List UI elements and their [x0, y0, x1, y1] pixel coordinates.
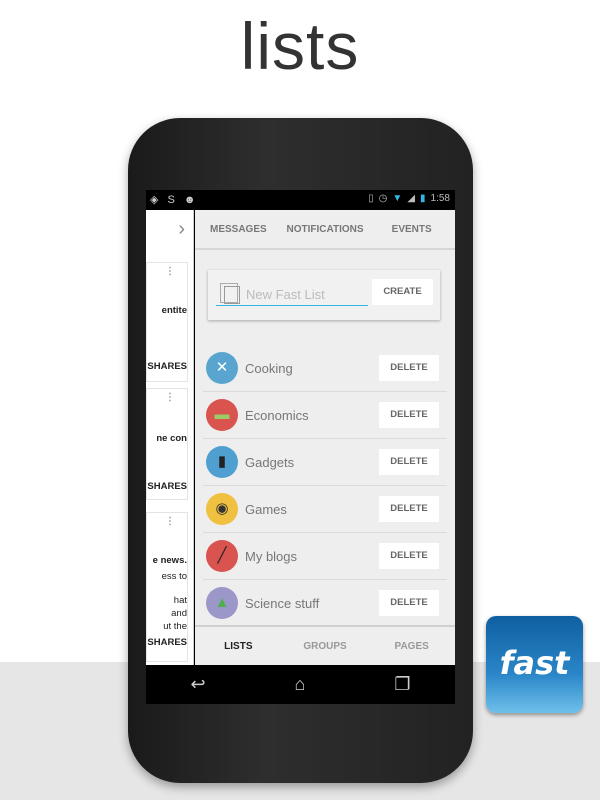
new-list-card: New Fast List CREATE [208, 270, 440, 320]
home-icon[interactable]: ⌂ [295, 674, 306, 695]
recents-icon[interactable]: ❐ [394, 674, 410, 695]
phone-screen: ◈ S ☻ ▯ ◷ ▼ ◢ ▮ 1:58 › ⋮ entite SHARES ⋮… [146, 190, 455, 704]
back-icon[interactable]: ↩ [190, 674, 205, 695]
delete-button[interactable]: DELETE [379, 496, 439, 522]
vibrate-icon: ▯ [368, 193, 374, 204]
fast-app-icon: fast [486, 616, 583, 713]
side-drawer[interactable]: › ⋮ entite SHARES ⋮ ne con SHARES ⋮ e ne… [146, 210, 194, 665]
money-icon: ▬ [206, 399, 238, 431]
notification-icons: ◈ S ☻ [150, 194, 199, 206]
card-text: ut the [163, 621, 187, 632]
list-item[interactable]: ▬ Economics DELETE [203, 392, 447, 439]
card-text: and [171, 608, 187, 619]
alarm-icon: ◷ [378, 193, 388, 204]
new-list-placeholder: New Fast List [246, 287, 325, 302]
delete-button[interactable]: DELETE [379, 402, 439, 428]
overflow-menu-icon[interactable]: ⋮ [165, 393, 175, 403]
list-item-label: Economics [245, 408, 309, 423]
tab-pages[interactable]: PAGES [368, 627, 455, 665]
list-item[interactable]: ╱ My blogs DELETE [203, 533, 447, 580]
card-text: entite [161, 305, 187, 316]
list-item[interactable]: ▲ Science stuff DELETE [203, 580, 447, 627]
overflow-menu-icon[interactable]: ⋮ [165, 517, 175, 527]
card-shares[interactable]: SHARES [147, 637, 187, 648]
drawer-card[interactable]: ⋮ entite SHARES [146, 262, 188, 382]
tab-groups[interactable]: GROUPS [282, 627, 369, 665]
card-text: e news. [152, 555, 187, 566]
top-tabs: MESSAGES NOTIFICATIONS EVENTS [195, 210, 455, 250]
pen-icon: ╱ [206, 540, 238, 572]
main-panel: MESSAGES NOTIFICATIONS EVENTS New Fast L… [195, 210, 455, 665]
new-list-input[interactable]: New Fast List [216, 283, 368, 306]
nav-bar: ↩ ⌂ ❐ [146, 665, 455, 704]
gamepad-icon: ◉ [206, 493, 238, 525]
drawer-card[interactable]: ⋮ e news. ess to hat and ut the SHARES [146, 512, 188, 662]
card-text: hat [173, 595, 187, 606]
delete-button[interactable]: DELETE [379, 355, 439, 381]
create-button[interactable]: CREATE [372, 279, 433, 305]
list-item-label: Cooking [245, 361, 293, 376]
signal-icon: ◢ [407, 193, 416, 204]
card-text: ess to [161, 571, 187, 582]
list-item-label: Games [245, 502, 287, 517]
tab-events[interactable]: EVENTS [368, 210, 455, 248]
delete-button[interactable]: DELETE [379, 543, 439, 569]
tab-messages[interactable]: MESSAGES [195, 210, 282, 248]
list-item-label: Science stuff [245, 596, 320, 611]
card-shares[interactable]: SHARES [147, 361, 187, 372]
wifi-icon: ▼ [392, 193, 403, 204]
delete-button[interactable]: DELETE [379, 449, 439, 475]
status-clock: 1:58 [430, 193, 450, 204]
overflow-menu-icon[interactable]: ⋮ [165, 267, 175, 277]
card-text: ne con [156, 433, 187, 444]
tab-notifications[interactable]: NOTIFICATIONS [282, 210, 369, 248]
battery-icon: ▮ [420, 193, 426, 204]
bottom-tabs: LISTS GROUPS PAGES [195, 625, 455, 665]
phone-icon: ▮ [206, 446, 238, 478]
flask-icon: ▲ [206, 587, 238, 619]
lists-list: ✕ Cooking DELETE ▬ Economics DELETE ▮ Gadgets… [203, 345, 447, 627]
list-item[interactable]: ✕ Cooking DELETE [203, 345, 447, 392]
drawer-card[interactable]: ⋮ ne con SHARES [146, 388, 188, 500]
document-icon [220, 283, 240, 304]
list-item[interactable]: ◉ Games DELETE [203, 486, 447, 533]
list-item-label: My blogs [245, 549, 298, 564]
status-bar: ◈ S ☻ ▯ ◷ ▼ ◢ ▮ 1:58 [146, 190, 455, 210]
delete-button[interactable]: DELETE [379, 590, 439, 616]
card-shares[interactable]: SHARES [147, 481, 187, 492]
chevron-right-icon[interactable]: › [178, 218, 185, 241]
list-item-label: Gadgets [245, 455, 295, 470]
list-item[interactable]: ▮ Gadgets DELETE [203, 439, 447, 486]
page-headline: lists [240, 9, 360, 83]
fork-knife-icon: ✕ [206, 352, 238, 384]
tab-lists[interactable]: LISTS [195, 627, 282, 665]
